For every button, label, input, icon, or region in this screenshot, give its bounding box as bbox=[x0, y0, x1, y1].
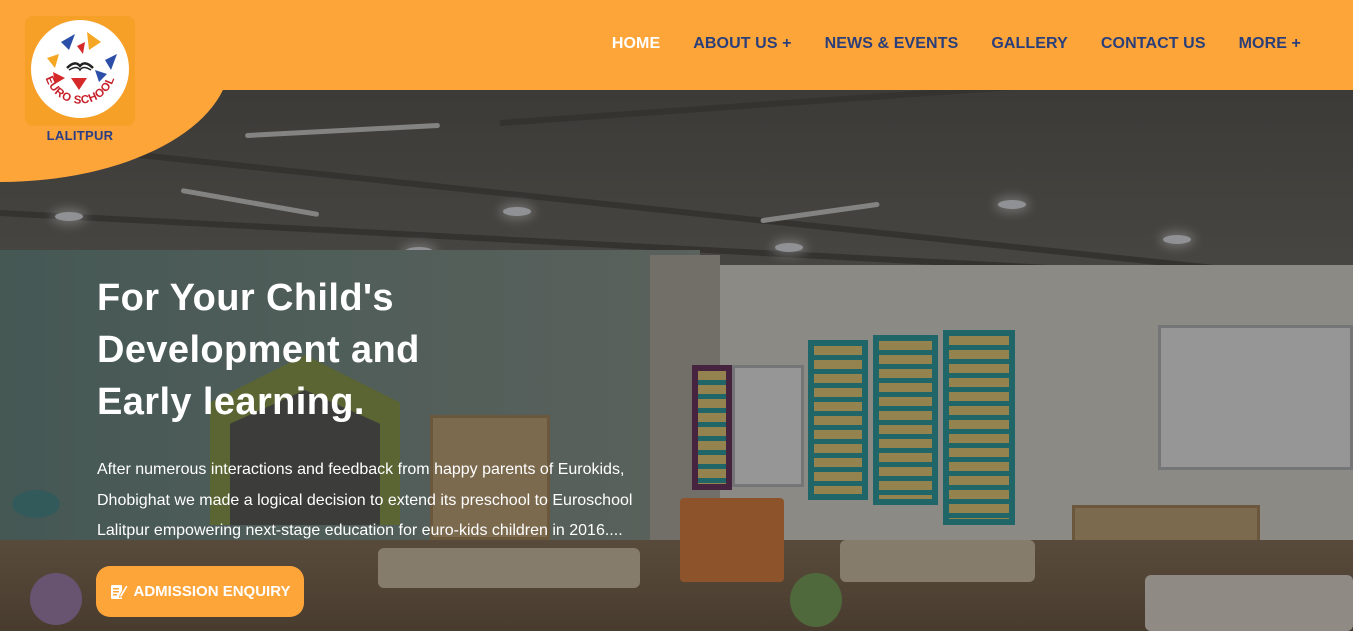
main-nav: HOME ABOUT US + NEWS & EVENTS GALLERY CO… bbox=[612, 35, 1301, 53]
hero-description: After numerous interactions and feedback… bbox=[97, 455, 712, 547]
nav-item-contact-us[interactable]: CONTACT US bbox=[1101, 35, 1206, 53]
nav-item-home[interactable]: HOME bbox=[612, 35, 660, 53]
hero-description-line: After numerous interactions and feedback… bbox=[97, 461, 625, 478]
logo-graphic-icon: EURO SCHOOL bbox=[43, 32, 117, 107]
admission-enquiry-button[interactable]: ADMISSION ENQUIRY bbox=[96, 566, 304, 617]
hero-description-line: Dhobighat we made a logical decision to … bbox=[97, 491, 633, 509]
nav-item-gallery[interactable]: GALLERY bbox=[991, 35, 1068, 53]
nav-item-news-events[interactable]: NEWS & EVENTS bbox=[825, 35, 959, 53]
school-logo[interactable]: EURO SCHOOL bbox=[25, 16, 135, 126]
nav-item-about-us[interactable]: ABOUT US + bbox=[693, 35, 791, 53]
edit-document-icon bbox=[110, 583, 129, 600]
hero-title: For Your Child's Development and Early l… bbox=[97, 272, 557, 428]
logo-emblem: EURO SCHOOL bbox=[31, 20, 129, 118]
hero-title-line: Early learning. bbox=[97, 381, 365, 423]
hero-title-line: For Your Child's bbox=[97, 277, 394, 319]
hero-description-line: Lalitpur empowering next-stage education… bbox=[97, 522, 623, 539]
logo-location: LALITPUR bbox=[46, 128, 114, 143]
admission-enquiry-label: ADMISSION ENQUIRY bbox=[133, 583, 291, 600]
nav-item-more[interactable]: MORE + bbox=[1239, 35, 1301, 53]
hero-title-line: Development and bbox=[97, 329, 420, 371]
